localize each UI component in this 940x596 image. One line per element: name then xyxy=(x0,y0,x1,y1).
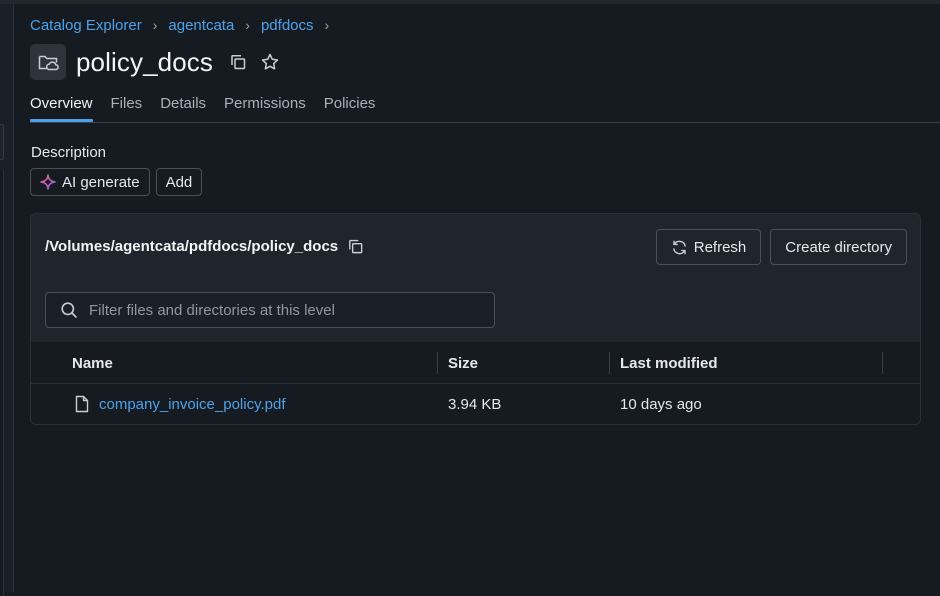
column-header-name[interactable]: Name xyxy=(72,342,113,384)
file-name-link[interactable]: company_invoice_policy.pdf xyxy=(99,396,286,413)
column-header-last-modified[interactable]: Last modified xyxy=(620,342,718,384)
filter-field[interactable] xyxy=(45,292,495,328)
star-icon[interactable] xyxy=(259,51,281,73)
ai-generate-label: AI generate xyxy=(62,173,140,191)
column-resize-handle[interactable] xyxy=(609,352,610,374)
left-sidebar-collapsed xyxy=(0,4,14,596)
files-table: Name Size Last modified company_invoice_… xyxy=(31,342,920,424)
tab-bar: Overview Files Details Permissions Polic… xyxy=(30,94,940,122)
description-actions: AI generate Add xyxy=(30,168,203,196)
file-icon xyxy=(74,395,90,413)
column-resize-handle[interactable] xyxy=(882,352,883,374)
panel-actions: Refresh Create directory xyxy=(655,229,907,265)
copy-icon[interactable] xyxy=(347,238,364,255)
ai-generate-button[interactable]: AI generate xyxy=(30,168,150,196)
refresh-icon xyxy=(671,239,688,256)
title-row: policy_docs xyxy=(30,42,281,82)
breadcrumb-catalog[interactable]: agentcata xyxy=(168,17,234,34)
sparkle-icon xyxy=(40,174,56,190)
filter-input[interactable] xyxy=(87,300,467,320)
add-description-button[interactable]: Add xyxy=(155,168,203,196)
sidebar-toggle-handle[interactable] xyxy=(0,124,4,160)
breadcrumb-separator: › xyxy=(324,17,330,33)
copy-icon[interactable] xyxy=(227,51,249,73)
tab-overview[interactable]: Overview xyxy=(30,94,93,122)
column-header-size[interactable]: Size xyxy=(448,342,478,384)
refresh-label: Refresh xyxy=(693,238,747,256)
file-modified-cell: 10 days ago xyxy=(620,395,702,413)
breadcrumb-separator: › xyxy=(245,17,250,33)
search-icon xyxy=(60,301,78,319)
tab-policies[interactable]: Policies xyxy=(324,94,376,122)
table-row[interactable]: company_invoice_policy.pdf 3.94 KB 10 da… xyxy=(31,384,920,424)
tab-files[interactable]: Files xyxy=(111,94,143,122)
tab-permissions[interactable]: Permissions xyxy=(224,94,306,122)
refresh-button[interactable]: Refresh xyxy=(655,229,762,265)
breadcrumb-schema[interactable]: pdfdocs xyxy=(261,17,314,34)
volume-path-row: /Volumes/agentcata/pdfdocs/policy_docs xyxy=(45,238,364,255)
column-resize-handle[interactable] xyxy=(437,352,438,374)
page-title: policy_docs xyxy=(76,46,213,77)
description-label: Description xyxy=(31,144,107,161)
folder-cloud-icon xyxy=(30,44,66,80)
volume-path: /Volumes/agentcata/pdfdocs/policy_docs xyxy=(45,238,339,255)
top-bar xyxy=(0,0,940,4)
create-directory-button[interactable]: Create directory xyxy=(770,229,907,265)
breadcrumb: Catalog Explorer › agentcata › pdfdocs › xyxy=(30,15,340,35)
volume-files-panel: /Volumes/agentcata/pdfdocs/policy_docs R… xyxy=(30,213,921,425)
tab-divider xyxy=(30,122,940,123)
file-size-cell: 3.94 KB xyxy=(448,395,502,413)
tab-details[interactable]: Details xyxy=(160,94,206,122)
file-name-cell: company_invoice_policy.pdf xyxy=(74,384,286,424)
sidebar-panel-edge xyxy=(0,170,4,596)
breadcrumb-catalog-explorer[interactable]: Catalog Explorer xyxy=(30,17,142,34)
table-header: Name Size Last modified xyxy=(31,342,920,384)
breadcrumb-separator: › xyxy=(152,17,158,33)
